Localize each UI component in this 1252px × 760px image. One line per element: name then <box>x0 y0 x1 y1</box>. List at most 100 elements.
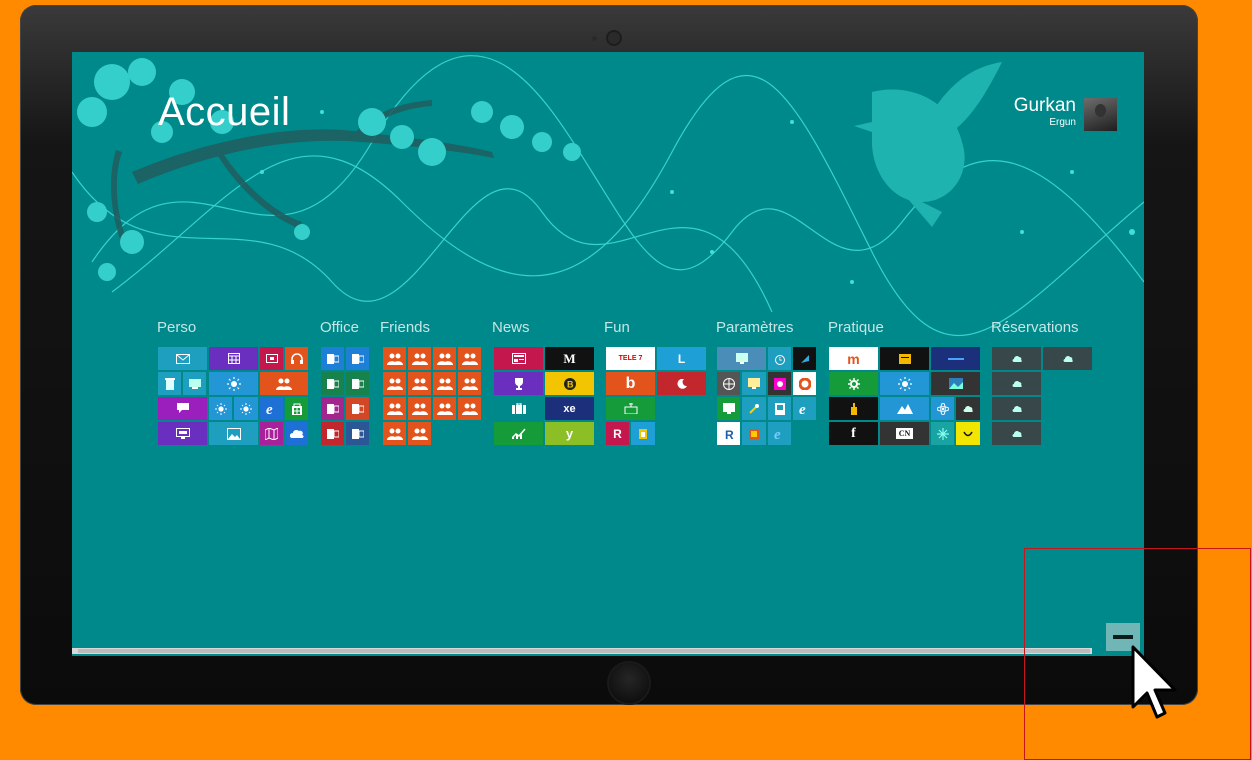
r-settings-tile[interactable]: R <box>717 422 740 445</box>
bing-tile[interactable]: b <box>606 372 655 395</box>
excel-tile-2[interactable] <box>346 372 369 395</box>
friend-contact-tile[interactable] <box>408 372 431 395</box>
video-tile[interactable] <box>260 347 283 370</box>
avatar[interactable] <box>1084 98 1117 131</box>
friend-contact-tile[interactable] <box>383 347 406 370</box>
group-label-perso[interactable]: Perso <box>157 319 196 336</box>
powerpoint-tile[interactable] <box>346 397 369 420</box>
friend-contact-tile[interactable] <box>458 347 481 370</box>
paint-tile[interactable] <box>742 422 766 445</box>
outlook-tile[interactable] <box>346 347 369 370</box>
system-tile[interactable] <box>717 397 740 420</box>
mail-tile[interactable] <box>158 347 207 370</box>
internet-explorer-tile[interactable]: e <box>260 397 283 420</box>
horizontal-scrollbar[interactable] <box>72 648 1092 654</box>
cloud-tile[interactable] <box>956 397 980 420</box>
cn-tile[interactable]: CN <box>880 422 929 445</box>
control-panel-tile[interactable] <box>742 372 766 395</box>
reservation-tile[interactable] <box>1043 347 1092 370</box>
m-tile[interactable]: m <box>829 347 878 370</box>
calendar-tile[interactable] <box>209 347 258 370</box>
reservation-tile[interactable] <box>992 372 1041 395</box>
access-tile[interactable] <box>321 422 344 445</box>
music-tile[interactable] <box>285 347 308 370</box>
lync-tile[interactable] <box>321 347 344 370</box>
color-tile[interactable] <box>793 372 816 395</box>
friend-contact-tile[interactable] <box>458 372 481 395</box>
reservation-tile[interactable] <box>992 397 1041 420</box>
store-tile[interactable] <box>285 397 308 420</box>
tools-tile[interactable] <box>742 397 766 420</box>
weather-tile-pratique[interactable] <box>880 372 929 395</box>
news-tile[interactable] <box>494 347 543 370</box>
photos-tile[interactable] <box>209 422 258 445</box>
wine-tile[interactable] <box>829 397 878 420</box>
finance-tile[interactable] <box>494 397 543 420</box>
moon-tile[interactable] <box>657 372 706 395</box>
friend-contact-tile[interactable] <box>458 397 481 420</box>
r-tile[interactable]: R <box>606 422 629 445</box>
friend-contact-tile[interactable] <box>383 422 406 445</box>
friend-contact-tile[interactable] <box>433 397 456 420</box>
friend-contact-tile[interactable] <box>383 372 406 395</box>
group-label-news[interactable]: News <box>492 319 530 336</box>
friend-contact-tile[interactable] <box>383 397 406 420</box>
group-label-pratique[interactable]: Pratique <box>828 319 884 336</box>
snowflake-tile[interactable] <box>931 422 954 445</box>
sports-tile[interactable] <box>494 372 543 395</box>
media-tile[interactable] <box>768 372 791 395</box>
weather-tile-3[interactable] <box>234 397 258 420</box>
onenote-tile[interactable] <box>321 397 344 420</box>
games-tile[interactable] <box>606 397 655 420</box>
word-tile[interactable] <box>346 422 369 445</box>
xe-currency-tile[interactable]: xe <box>545 397 594 420</box>
mountain-tile[interactable] <box>880 397 929 420</box>
windows-home-button[interactable] <box>609 663 649 703</box>
weather-tile-2[interactable] <box>209 397 232 420</box>
friend-contact-tile[interactable] <box>408 422 431 445</box>
computer-tile[interactable] <box>183 372 206 395</box>
user-account[interactable]: Gurkan Ergun <box>1014 95 1076 130</box>
facebook-tile[interactable]: f <box>829 422 878 445</box>
le-monde-tile[interactable]: M <box>545 347 594 370</box>
ie-settings-tile[interactable]: e <box>793 397 816 420</box>
friend-contact-tile[interactable] <box>408 397 431 420</box>
weather-tile-perso[interactable] <box>209 372 258 395</box>
bitcoin-tile[interactable]: B <box>545 372 594 395</box>
messaging-tile[interactable] <box>158 397 207 420</box>
atom-tile[interactable] <box>931 397 954 420</box>
alarm-tile[interactable] <box>768 347 791 370</box>
yahoo-tile[interactable]: y <box>545 422 594 445</box>
remote-desktop-tile[interactable] <box>158 422 207 445</box>
nokia-tile[interactable] <box>931 347 980 370</box>
reservation-tile[interactable] <box>992 347 1041 370</box>
stocks-tile[interactable] <box>494 422 543 445</box>
devices-tile[interactable] <box>768 397 791 420</box>
game-tile[interactable] <box>631 422 655 445</box>
settings-tile[interactable] <box>717 347 766 370</box>
photo-app-tile[interactable] <box>931 372 980 395</box>
l-tile[interactable]: L <box>657 347 706 370</box>
group-label-reservations[interactable]: Réservations <box>991 319 1079 336</box>
people-tile-perso[interactable] <box>260 372 308 395</box>
calculator-tile[interactable] <box>829 372 878 395</box>
tele7-tile[interactable]: TELE 7 <box>606 347 655 370</box>
desktop-tile[interactable] <box>158 372 181 395</box>
friend-contact-tile[interactable] <box>433 372 456 395</box>
smiley-tile[interactable] <box>956 422 980 445</box>
group-label-fun[interactable]: Fun <box>604 319 630 336</box>
excel-tile[interactable] <box>321 372 344 395</box>
friend-contact-tile[interactable] <box>433 347 456 370</box>
notes-tile[interactable] <box>880 347 929 370</box>
group-label-friends[interactable]: Friends <box>380 319 430 336</box>
sync-tile[interactable] <box>793 347 816 370</box>
ie-settings-tile-2[interactable]: e <box>768 422 791 445</box>
friend-contact-tile[interactable] <box>408 347 431 370</box>
group-label-office[interactable]: Office <box>320 319 359 336</box>
group-label-parametres[interactable]: Paramètres <box>716 319 794 336</box>
scrollbar-thumb[interactable] <box>78 649 1090 653</box>
reservation-tile[interactable] <box>992 422 1041 445</box>
network-tile[interactable] <box>717 372 740 395</box>
maps-tile[interactable] <box>260 422 283 445</box>
skydrive-tile[interactable] <box>285 422 308 445</box>
